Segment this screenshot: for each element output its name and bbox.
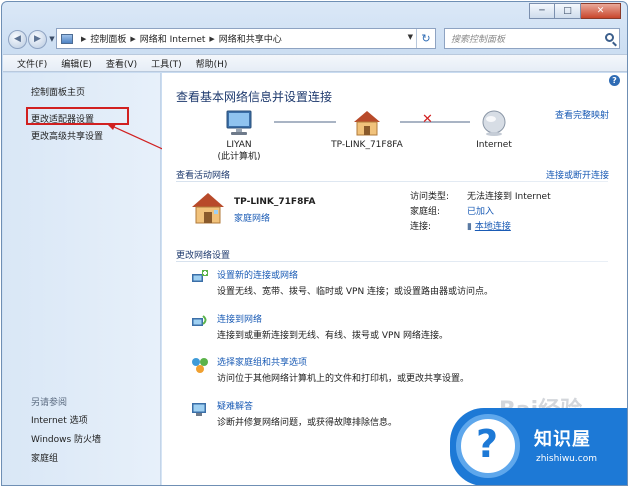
back-button[interactable]: ◀ xyxy=(8,29,27,49)
brand-url: zhishiwu.com xyxy=(536,454,597,464)
menu-bar: 文件(F) 编辑(E) 查看(V) 工具(T) 帮助(H) xyxy=(3,54,627,72)
disconnected-x-icon: ✕ xyxy=(422,112,433,127)
node-label-internet: Internet xyxy=(476,140,512,150)
section-divider-2 xyxy=(176,261,608,262)
forward-button[interactable]: ▶ xyxy=(28,29,47,49)
breadcrumb-network-internet[interactable]: 网络和 Internet xyxy=(140,32,206,45)
connect-network-icon xyxy=(192,315,207,326)
brand-question-icon: ? xyxy=(456,414,520,478)
brand-name: 知识屋 xyxy=(534,429,591,450)
connection-icon: ▮ xyxy=(467,222,475,232)
active-networks-heading: 查看活动网络 xyxy=(176,171,231,181)
see-also-windows-firewall[interactable]: Windows 防火墙 xyxy=(31,432,101,445)
network-map: ✕ LIYAN (此计算机) TP-LINK_71F8FA Internet xyxy=(162,73,627,173)
router-house-icon xyxy=(354,111,380,136)
address-bar-row: ◀ ▶ ▼ ▶ 控制面板 ▶ 网络和 Internet ▶ 网络和共享中心 ▼ … xyxy=(8,28,620,50)
menu-edit[interactable]: 编辑(E) xyxy=(61,57,92,70)
breadcrumb: ▶ 控制面板 ▶ 网络和 Internet ▶ 网络和共享中心 xyxy=(77,32,282,46)
task-title[interactable]: 疑难解答 xyxy=(217,399,253,412)
local-connection-link[interactable]: 本地连接 xyxy=(475,222,511,232)
search-icon[interactable] xyxy=(605,33,614,42)
see-also-heading: 另请参阅 xyxy=(31,398,68,408)
see-also-homegroup[interactable]: 家庭组 xyxy=(31,451,58,464)
computer-icon xyxy=(226,110,252,135)
home-network-icon xyxy=(192,193,224,224)
homegroup-joined-link[interactable]: 已加入 xyxy=(467,207,494,217)
close-button[interactable]: ✕ xyxy=(581,3,621,19)
address-dropdown-icon[interactable]: ▼ xyxy=(408,33,413,41)
connect-disconnect-link[interactable]: 连接或断开连接 xyxy=(546,168,609,181)
menu-file[interactable]: 文件(F) xyxy=(17,57,47,70)
new-connection-icon xyxy=(192,270,208,282)
explorer-window: ─ □ ✕ ◀ ▶ ▼ ▶ 控制面板 ▶ 网络和 Internet ▶ 网络和共… xyxy=(1,1,628,486)
sidebar-link-control-panel-home[interactable]: 控制面板主页 xyxy=(31,85,85,98)
task-desc: 诊断并修复网络问题，或获得故障排除信息。 xyxy=(217,418,398,428)
map-link-line-2 xyxy=(400,121,470,123)
task-title[interactable]: 设置新的连接或网络 xyxy=(217,268,298,281)
menu-tools[interactable]: 工具(T) xyxy=(151,57,182,70)
active-network-type[interactable]: 家庭网络 xyxy=(234,211,270,224)
search-input[interactable]: 搜索控制面板 xyxy=(444,28,620,49)
sidebar-link-advanced-sharing[interactable]: 更改高级共享设置 xyxy=(31,129,103,142)
map-link-line-1 xyxy=(274,121,336,123)
troubleshoot-icon xyxy=(192,403,206,416)
sidebar: 控制面板主页 更改适配器设置 更改高级共享设置 另请参阅 Internet 选项… xyxy=(3,73,161,485)
menu-help[interactable]: 帮助(H) xyxy=(196,57,228,70)
internet-globe-icon xyxy=(482,110,506,136)
menu-view[interactable]: 查看(V) xyxy=(106,57,137,70)
node-label-computer: LIYAN (此计算机) xyxy=(217,140,261,162)
prop-connection: 连接: ▮ 本地连接 xyxy=(410,222,511,232)
task-title[interactable]: 选择家庭组和共享选项 xyxy=(217,355,307,368)
address-box[interactable]: ▶ 控制面板 ▶ 网络和 Internet ▶ 网络和共享中心 ▼ ↻ xyxy=(56,28,436,49)
active-network-name: TP-LINK_71F8FA xyxy=(234,197,316,207)
task-desc: 连接到或重新连接到无线、有线、拨号或 VPN 网络连接。 xyxy=(217,331,449,341)
homegroup-icon xyxy=(192,358,208,373)
breadcrumb-network-sharing-center[interactable]: 网络和共享中心 xyxy=(219,32,282,45)
task-desc: 访问位于其他网络计算机上的文件和打印机，或更改共享设置。 xyxy=(217,374,470,384)
prop-access-type: 访问类型: 无法连接到 Internet xyxy=(410,192,551,202)
refresh-button[interactable]: ↻ xyxy=(416,29,435,48)
task-title[interactable]: 连接到网络 xyxy=(217,312,262,325)
search-placeholder: 搜索控制面板 xyxy=(451,35,506,45)
minimize-button[interactable]: ─ xyxy=(529,3,555,19)
sidebar-link-change-adapter-settings[interactable]: 更改适配器设置 xyxy=(31,112,94,125)
prop-homegroup: 家庭组: 已加入 xyxy=(410,207,495,217)
see-also-internet-options[interactable]: Internet 选项 xyxy=(31,413,88,426)
change-settings-heading: 更改网络设置 xyxy=(176,251,231,261)
control-panel-icon xyxy=(61,33,73,44)
node-label-router: TP-LINK_71F8FA xyxy=(331,140,403,150)
task-desc: 设置无线、宽带、拨号、临时或 VPN 连接；或设置路由器或访问点。 xyxy=(217,287,494,297)
section-divider xyxy=(176,181,608,182)
maximize-button[interactable]: □ xyxy=(555,3,581,19)
breadcrumb-control-panel[interactable]: 控制面板 xyxy=(90,32,126,45)
window-controls: ─ □ ✕ xyxy=(529,3,621,19)
